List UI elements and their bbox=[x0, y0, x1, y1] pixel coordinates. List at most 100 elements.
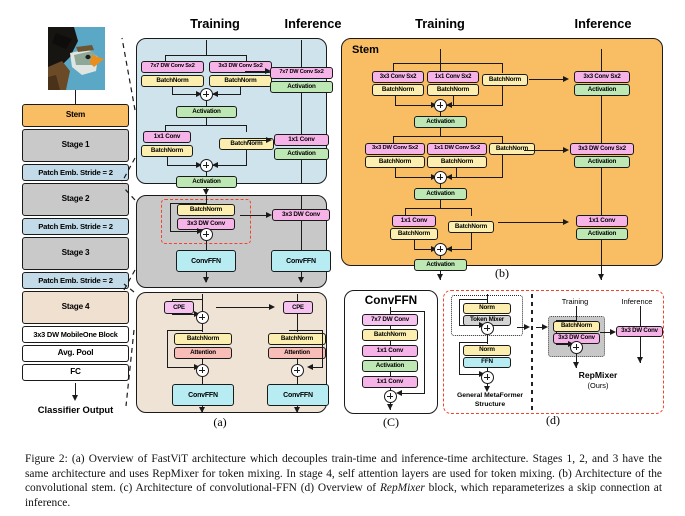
overview-block-stage-2[interactable]: Stage 2 bbox=[22, 183, 129, 216]
d-norm-2[interactable]: Norm bbox=[463, 345, 511, 356]
a-train-activation-2[interactable]: Activation bbox=[176, 176, 237, 188]
a-mix-inf-3x3dwconv[interactable]: 3x3 DW Conv bbox=[272, 209, 330, 221]
overview-block-stage-1[interactable]: Stage 1 bbox=[22, 129, 129, 162]
b-train-1x1conv[interactable]: 1x1 Conv bbox=[392, 215, 436, 227]
a-gray-inf-in bbox=[301, 196, 303, 209]
a-attn-out-arrow bbox=[199, 407, 205, 413]
overview-block-fc[interactable]: FC bbox=[22, 364, 129, 381]
a-blue-m8 bbox=[213, 165, 247, 167]
a-attn-inf-skip-top bbox=[289, 330, 323, 332]
c-1x1conv-2[interactable]: 1x1 Conv bbox=[362, 376, 418, 388]
b-train-3x3dwconv-sx2[interactable]: 3x3 DW Conv Sx2 bbox=[365, 143, 425, 155]
b-train-1x1conv-sx2[interactable]: 1x1 Conv Sx2 bbox=[427, 71, 479, 83]
a-train-batchnorm-2[interactable]: BatchNorm bbox=[209, 75, 272, 87]
a-inf-activation-2[interactable]: Activation bbox=[274, 148, 329, 160]
d-repmixer-ours: (Ours) bbox=[587, 381, 609, 390]
overview-block-stage-3[interactable]: Stage 3 bbox=[22, 237, 129, 270]
d-metaformer-caption-line2: Structure bbox=[474, 401, 506, 408]
b-inf-mid-1 bbox=[601, 96, 603, 143]
a-blue-split-1 bbox=[165, 55, 247, 57]
a-attn-inf-batchnorm[interactable]: BatchNorm bbox=[268, 333, 326, 345]
overview-block-mobileone[interactable]: 3x3 DW MobileOne Block bbox=[22, 326, 129, 343]
overview-block-patch-embed-3[interactable]: Patch Emb. Stride = 2 bbox=[22, 272, 129, 289]
b-add-1 bbox=[434, 99, 447, 112]
a-attn-train-attention[interactable]: Attention bbox=[174, 347, 232, 359]
c-activation[interactable]: Activation bbox=[362, 360, 418, 372]
c-batchnorm[interactable]: BatchNorm bbox=[362, 329, 418, 341]
b-train-batchnorm-2b[interactable]: BatchNorm bbox=[427, 156, 487, 168]
a-attn-train-cpe[interactable]: CPE bbox=[164, 301, 194, 314]
b-train-activation-3[interactable]: Activation bbox=[414, 259, 467, 271]
caption-italic-repmixer: RepMixer bbox=[379, 482, 425, 495]
b-train-batchnorm-1a[interactable]: BatchNorm bbox=[372, 84, 424, 96]
a-gray-inf-mid bbox=[301, 221, 303, 250]
b-split-2 bbox=[393, 136, 503, 138]
a-inf-out-line bbox=[301, 160, 303, 184]
a-reparam-arrow-2-line bbox=[248, 140, 268, 142]
b-train-batchnorm-3a[interactable]: BatchNorm bbox=[390, 228, 438, 240]
a-attn-inf-convffn[interactable]: ConvFFN bbox=[267, 384, 329, 406]
a-attn-inf-cpe[interactable]: CPE bbox=[283, 301, 313, 314]
b-train-activation-1[interactable]: Activation bbox=[414, 116, 467, 128]
overview-block-patch-embed-1[interactable]: Patch Emb. Stride = 2 bbox=[22, 164, 129, 181]
figure-canvas: Stem Stage 1 Patch Emb. Stride = 2 Stage… bbox=[0, 0, 685, 447]
a-inf-7x7dwconv[interactable]: 7x7 DW Conv Sx2 bbox=[270, 67, 333, 79]
b-inf-1x1conv[interactable]: 1x1 Conv bbox=[576, 215, 628, 227]
b-train-batchnorm-1b[interactable]: BatchNorm bbox=[427, 84, 479, 96]
a-attn-reparam-line bbox=[216, 307, 271, 309]
b-train-1x1dwconv-sx2[interactable]: 1x1 DW Conv Sx2 bbox=[427, 143, 487, 155]
a-train-batchnorm-3[interactable]: BatchNorm bbox=[141, 145, 193, 157]
a-reparam-arrow-1-head bbox=[265, 68, 271, 74]
d-norm-1[interactable]: Norm bbox=[463, 303, 511, 314]
a-attn-train-batchnorm[interactable]: BatchNorm bbox=[174, 333, 232, 345]
b-n4 bbox=[502, 155, 504, 178]
c-7x7dwconv[interactable]: 7x7 DW Conv bbox=[362, 314, 418, 326]
a-gray-inf-out-arrow bbox=[298, 277, 304, 283]
overview-block-stage-4[interactable]: Stage 4 bbox=[22, 291, 129, 324]
b-train-batchnorm-skip-3[interactable]: BatchNorm bbox=[448, 221, 494, 233]
a-blue-add-1 bbox=[200, 88, 213, 101]
a-inf-1x1conv[interactable]: 1x1 Conv bbox=[274, 134, 329, 146]
overview-block-patch-embed-2[interactable]: Patch Emb. Stride = 2 bbox=[22, 218, 129, 235]
c-skip-bot bbox=[398, 393, 425, 395]
c-1x1conv-1[interactable]: 1x1 Conv bbox=[362, 345, 418, 357]
d-rm-out-arrow bbox=[573, 362, 579, 368]
b-train-activation-2[interactable]: Activation bbox=[414, 188, 467, 200]
a-train-7x7dwconv[interactable]: 7x7 DW Conv Sx2 bbox=[141, 61, 204, 73]
b-inf-activation-3[interactable]: Activation bbox=[576, 228, 628, 240]
a-train-activation-1[interactable]: Activation bbox=[176, 106, 237, 118]
b-train-batchnorm-2a[interactable]: BatchNorm bbox=[365, 156, 425, 168]
d-rm-batchnorm[interactable]: BatchNorm bbox=[553, 321, 600, 332]
overview-block-stem[interactable]: Stem bbox=[22, 104, 129, 127]
figure-caption: Figure 2: (a) Overview of FastViT archit… bbox=[25, 452, 662, 510]
b-train-3x3conv-sx2[interactable]: 3x3 Conv Sx2 bbox=[372, 71, 424, 83]
b-reparam-arrow-1 bbox=[563, 76, 569, 82]
a-inf-activation-1[interactable]: Activation bbox=[270, 81, 333, 93]
b-m2 bbox=[395, 105, 435, 107]
overview-block-avg-pool[interactable]: Avg. Pool bbox=[22, 345, 129, 362]
b-inf-activation-2[interactable]: Activation bbox=[574, 156, 630, 168]
b-train-batchnorm-skip-1[interactable]: BatchNorm bbox=[482, 74, 528, 86]
a-attn-train-convffn[interactable]: ConvFFN bbox=[172, 384, 234, 406]
d-ffn[interactable]: FFN bbox=[463, 357, 511, 368]
a-attn-inf-attention[interactable]: Attention bbox=[268, 347, 326, 359]
a-blue-in-line bbox=[206, 40, 208, 56]
a-train-batchnorm-1[interactable]: BatchNorm bbox=[141, 75, 204, 87]
d-rm-3x3dwconv-infer[interactable]: 3x3 DW Conv bbox=[616, 326, 663, 337]
d-repmixer-name: RepMixer bbox=[578, 370, 618, 380]
panel-c-sublabel: (C) bbox=[383, 415, 399, 429]
d-mf-skip1-v bbox=[459, 299, 461, 326]
a-mix-train-batchnorm[interactable]: BatchNorm bbox=[177, 204, 235, 216]
d-rm-add bbox=[570, 341, 583, 354]
b-inf-3x3dwconv-sx2[interactable]: 3x3 DW Conv Sx2 bbox=[570, 143, 634, 155]
b-add-3 bbox=[434, 243, 447, 256]
b-inf-3x3conv-sx2[interactable]: 3x3 Conv Sx2 bbox=[574, 71, 630, 83]
a-reparam-arrow-1-line bbox=[245, 71, 267, 73]
b-inf-activation-1[interactable]: Activation bbox=[574, 84, 630, 96]
b-train-batchnorm-skip-2[interactable]: BatchNorm bbox=[489, 143, 535, 155]
d-metaformer-caption-line1: General MetaFormer bbox=[456, 392, 524, 399]
a-attn-inf-add-arrow bbox=[307, 364, 313, 370]
a-train-1x1conv[interactable]: 1x1 Conv bbox=[143, 131, 191, 143]
a-mix-inf-convffn[interactable]: ConvFFN bbox=[271, 250, 331, 272]
a-mix-train-convffn[interactable]: ConvFFN bbox=[176, 250, 236, 272]
